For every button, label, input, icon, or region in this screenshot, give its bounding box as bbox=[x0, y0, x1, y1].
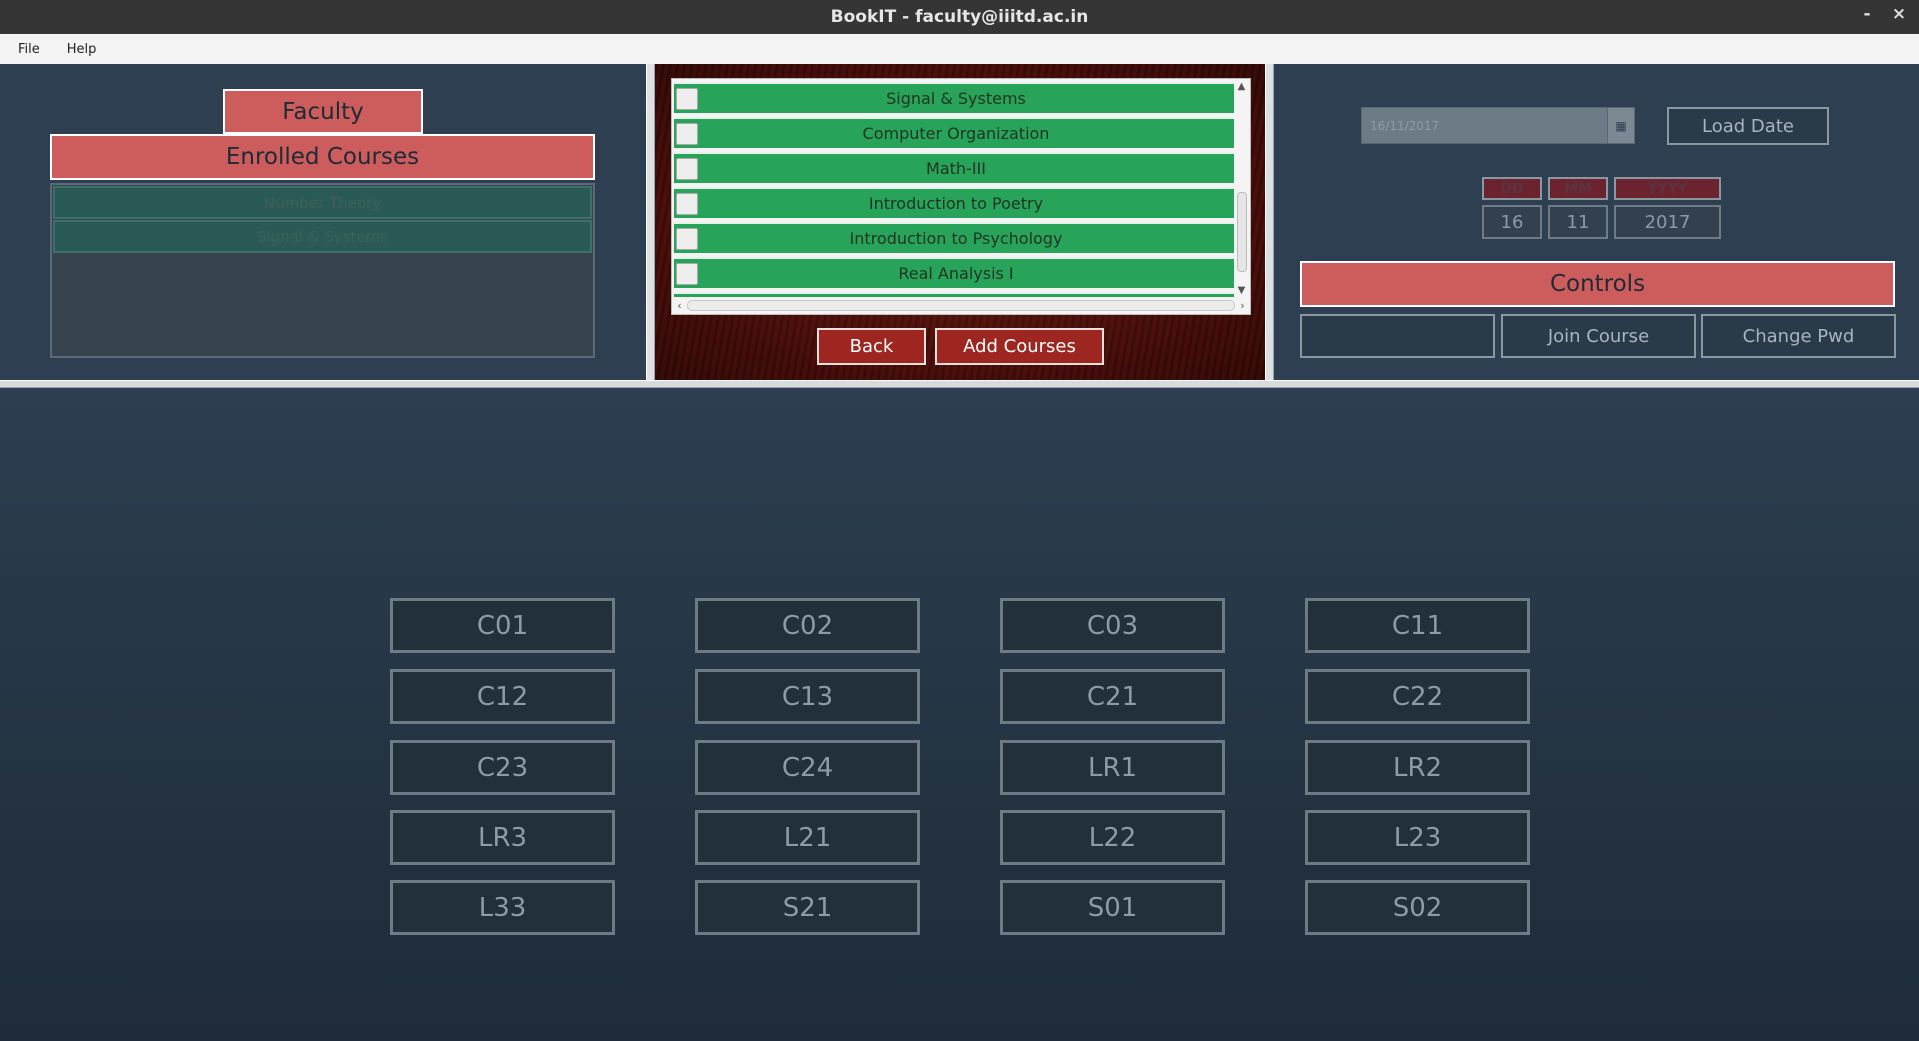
add-courses-panel: Signal & Systems Computer Organization M… bbox=[655, 64, 1265, 380]
room-button[interactable]: S01 bbox=[1000, 880, 1225, 935]
room-button[interactable]: C03 bbox=[1000, 598, 1225, 653]
room-button[interactable]: S21 bbox=[695, 880, 920, 935]
panel-divider-right[interactable] bbox=[1265, 64, 1274, 380]
room-button[interactable]: C13 bbox=[695, 669, 920, 724]
year-label: YYYY bbox=[1614, 177, 1721, 200]
panel-divider-left[interactable] bbox=[646, 64, 655, 380]
course-checkbox[interactable] bbox=[676, 87, 698, 110]
role-label: Faculty bbox=[223, 89, 423, 134]
horizontal-scrollbar[interactable]: ‹ › bbox=[672, 297, 1250, 314]
add-courses-button[interactable]: Add Courses bbox=[935, 328, 1104, 365]
room-button[interactable]: C11 bbox=[1305, 598, 1530, 653]
change-password-button[interactable]: Change Pwd bbox=[1701, 314, 1896, 358]
course-name: Introduction to Psychology bbox=[849, 229, 1063, 248]
room-button[interactable]: LR2 bbox=[1305, 740, 1530, 795]
room-button[interactable]: C02 bbox=[695, 598, 920, 653]
month-value: 11 bbox=[1548, 205, 1608, 239]
room-button[interactable]: C23 bbox=[390, 740, 615, 795]
course-checkbox[interactable] bbox=[676, 227, 698, 250]
scroll-left-icon[interactable]: ‹ bbox=[672, 299, 687, 312]
enrolled-courses-list: Number Theory Signal & Systems bbox=[50, 183, 595, 358]
scroll-track[interactable] bbox=[687, 300, 1235, 311]
course-row[interactable]: Math-III bbox=[674, 152, 1234, 183]
window-title: BookIT - faculty@iiitd.ac.in bbox=[830, 7, 1089, 27]
enrolled-course-item[interactable]: Number Theory bbox=[53, 186, 592, 219]
room-button[interactable]: L33 bbox=[390, 880, 615, 935]
calendar-icon[interactable]: ▦ bbox=[1607, 108, 1634, 143]
scroll-thumb[interactable] bbox=[1237, 192, 1247, 272]
control-button-blank[interactable] bbox=[1300, 314, 1495, 358]
course-name: Real Analysis I bbox=[898, 264, 1014, 283]
course-row[interactable]: Introduction to Psychology bbox=[674, 222, 1234, 253]
day-label: DD bbox=[1482, 177, 1542, 200]
room-button[interactable]: C12 bbox=[390, 669, 615, 724]
menu-help[interactable]: Help bbox=[58, 42, 106, 57]
room-button[interactable]: L23 bbox=[1305, 810, 1530, 865]
room-button[interactable]: C21 bbox=[1000, 669, 1225, 724]
room-button[interactable]: C24 bbox=[695, 740, 920, 795]
menu-bar: File Help bbox=[0, 34, 1919, 65]
course-name: Introduction to Poetry bbox=[868, 194, 1044, 213]
room-button[interactable]: LR1 bbox=[1000, 740, 1225, 795]
course-name: Math-III bbox=[926, 159, 986, 178]
menu-file[interactable]: File bbox=[9, 42, 49, 57]
day-value: 16 bbox=[1482, 205, 1542, 239]
course-checkbox[interactable] bbox=[676, 262, 698, 285]
course-row[interactable]: Signal & Systems bbox=[674, 82, 1234, 113]
course-row[interactable]: Real Analysis I bbox=[674, 257, 1234, 288]
join-course-button[interactable]: Join Course bbox=[1501, 314, 1696, 358]
course-checkbox[interactable] bbox=[676, 157, 698, 180]
back-button[interactable]: Back bbox=[817, 328, 926, 365]
rooms-area bbox=[0, 388, 1919, 1041]
month-label: MM bbox=[1548, 177, 1608, 200]
room-button[interactable]: C01 bbox=[390, 598, 615, 653]
close-button[interactable]: × bbox=[1887, 4, 1911, 24]
course-name: Signal & Systems bbox=[886, 89, 1026, 108]
course-row[interactable]: Introduction to Poetry bbox=[674, 187, 1234, 218]
enrolled-course-item[interactable]: Signal & Systems bbox=[53, 220, 592, 253]
load-date-button[interactable]: Load Date bbox=[1667, 107, 1829, 145]
scroll-right-icon[interactable]: › bbox=[1235, 299, 1250, 312]
course-checkbox[interactable] bbox=[676, 192, 698, 215]
room-button[interactable]: L22 bbox=[1000, 810, 1225, 865]
room-button[interactable]: L21 bbox=[695, 810, 920, 865]
year-value: 2017 bbox=[1614, 205, 1721, 239]
enrolled-courses-header: Enrolled Courses bbox=[50, 134, 595, 180]
room-button[interactable]: LR3 bbox=[390, 810, 615, 865]
minimize-button[interactable]: - bbox=[1855, 4, 1879, 24]
date-input[interactable] bbox=[1362, 107, 1607, 144]
date-picker[interactable]: ▦ bbox=[1361, 107, 1635, 144]
room-button[interactable]: C22 bbox=[1305, 669, 1530, 724]
horizontal-split-divider[interactable] bbox=[0, 380, 1919, 388]
scroll-down-icon[interactable]: ▼ bbox=[1234, 284, 1249, 298]
controls-header: Controls bbox=[1300, 261, 1895, 307]
scroll-up-icon[interactable]: ▲ bbox=[1234, 80, 1249, 94]
window-titlebar: BookIT - faculty@iiitd.ac.in - × bbox=[0, 0, 1919, 34]
course-row[interactable]: Computer Organization bbox=[674, 117, 1234, 148]
room-button[interactable]: S02 bbox=[1305, 880, 1530, 935]
vertical-scrollbar[interactable]: ▲ ▼ bbox=[1234, 80, 1249, 298]
course-name: Computer Organization bbox=[862, 124, 1050, 143]
available-courses-list: Signal & Systems Computer Organization M… bbox=[671, 78, 1251, 315]
course-checkbox[interactable] bbox=[676, 122, 698, 145]
